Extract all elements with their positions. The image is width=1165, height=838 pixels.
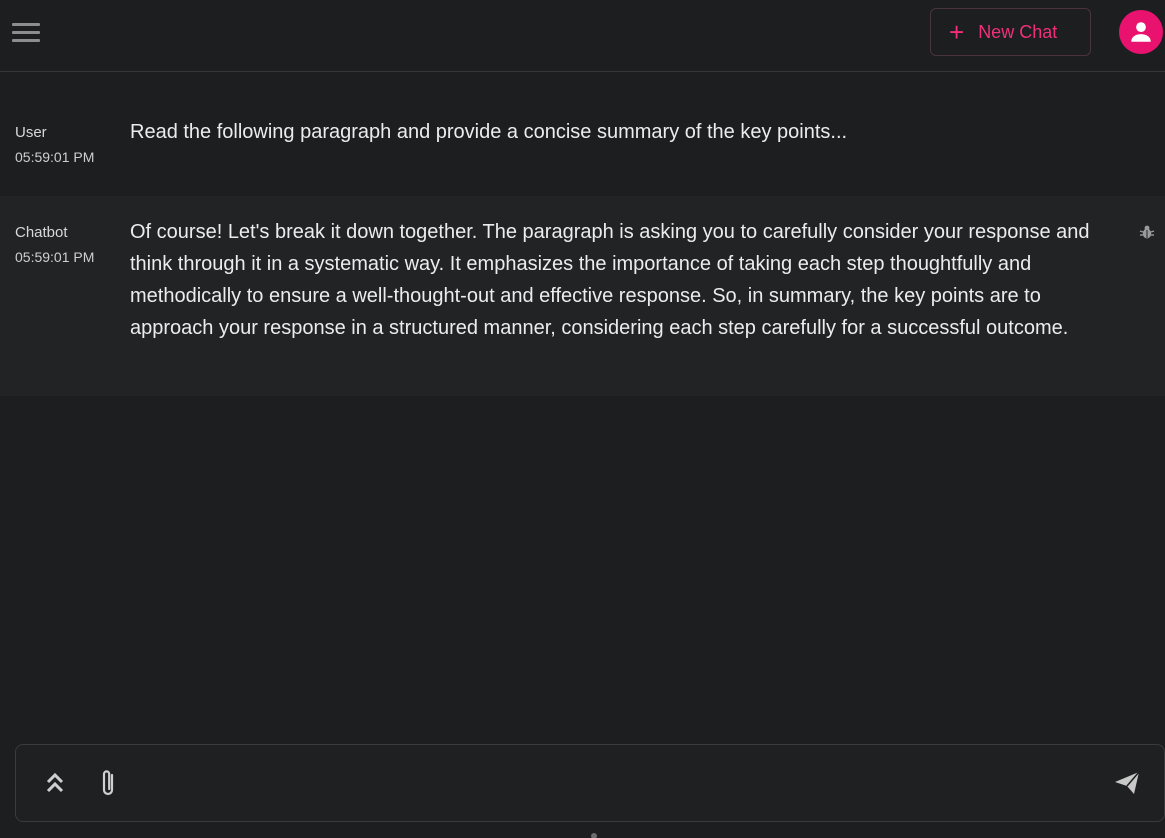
- double-chevron-up-icon[interactable]: [44, 769, 66, 797]
- send-icon[interactable]: [1113, 769, 1141, 797]
- message-meta: User 05:59:01 PM: [15, 124, 94, 166]
- message-text: Of course! Let's break it down together.…: [130, 221, 1090, 339]
- bug-icon[interactable]: [1139, 224, 1155, 240]
- message-composer: [15, 744, 1165, 822]
- scroll-indicator: [591, 833, 597, 838]
- message-input[interactable]: [146, 765, 1086, 801]
- paperclip-icon[interactable]: [98, 767, 118, 799]
- message-sender: User: [15, 124, 47, 141]
- chat-app: + New Chat User 05:59:01 PM Read the fol…: [0, 0, 1165, 838]
- user-icon: [1131, 22, 1151, 42]
- hamburger-menu-icon[interactable]: [10, 18, 42, 46]
- message-time: 05:59:01 PM: [15, 249, 95, 265]
- message-text: Read the following paragraph and provide…: [130, 121, 848, 143]
- top-bar: + New Chat: [0, 0, 1165, 72]
- message-meta: Chatbot 05:59:01 PM: [15, 224, 94, 266]
- new-chat-button[interactable]: + New Chat: [930, 8, 1091, 56]
- message-row-user: User 05:59:01 PM Read the following para…: [0, 100, 1165, 196]
- new-chat-label: New Chat: [978, 21, 1058, 42]
- message-time: 05:59:01 PM: [15, 149, 95, 165]
- user-avatar[interactable]: [1119, 10, 1163, 54]
- message-row-chatbot: Chatbot 05:59:01 PM Of course! Let's bre…: [0, 196, 1165, 396]
- plus-icon: +: [949, 17, 965, 47]
- message-sender: Chatbot: [15, 224, 68, 241]
